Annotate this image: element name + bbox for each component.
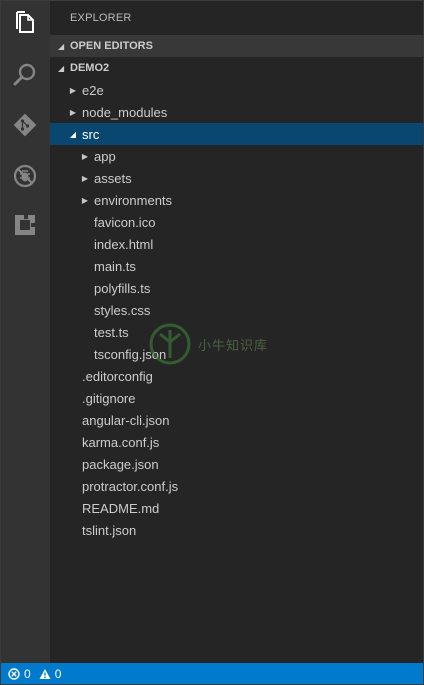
tree-item-label: protractor.conf.js [82,478,179,494]
tree-item-label: index.html [94,236,154,252]
expanded-triangle-icon[interactable]: ◢ [66,130,80,139]
tree-item-label: environments [94,192,173,208]
tree-file-row[interactable]: angular-cli.json [50,409,424,431]
tree-file-row[interactable]: main.ts [50,255,424,277]
tree-item-label: tsconfig.json [94,346,167,362]
debug-icon[interactable] [12,163,38,189]
sidebar-title: EXPLORER [70,12,132,24]
error-icon [8,668,20,680]
tree-item-label: styles.css [94,302,151,318]
tree-file-row[interactable]: polyfills.ts [50,277,424,299]
tree-item-label: main.ts [94,258,136,274]
collapsed-triangle-icon[interactable]: ▶ [78,174,92,183]
tree-file-row[interactable]: styles.css [50,299,424,321]
collapsed-triangle-icon[interactable]: ▶ [78,196,92,205]
project-section-header[interactable]: ◢ DEMO2 [50,57,424,79]
tree-folder-row[interactable]: ▶ e2e [50,79,424,101]
tree-file-row[interactable]: tslint.json [50,519,424,541]
tree-item-label: .gitignore [82,390,136,406]
explorer-sidebar: EXPLORER ◢ OPEN EDITORS ◢ DEMO2 ▶ e2e ▶ nod… [50,0,424,663]
problems-indicator[interactable]: 0 0 [8,667,61,681]
tree-item-label: test.ts [94,324,129,340]
open-editors-label: OPEN EDITORS [70,40,153,52]
tree-item-label: package.json [82,456,159,472]
tree-folder-row[interactable]: ▶ node_modules [50,101,424,123]
tree-folder-row[interactable]: ▶ assets [50,167,424,189]
files-icon[interactable] [12,10,38,36]
tree-item-label: README.md [82,500,160,516]
collapsed-triangle-icon[interactable]: ▶ [66,86,80,95]
collapsed-triangle-icon[interactable]: ▶ [66,108,80,117]
project-label: DEMO2 [70,62,110,74]
tree-file-row[interactable]: protractor.conf.js [50,475,424,497]
search-icon[interactable] [12,61,38,87]
tree-item-label: karma.conf.js [82,434,160,450]
tree-item-label: src [82,126,100,142]
tree-file-row[interactable]: .gitignore [50,387,424,409]
warning-icon [39,668,51,680]
tree-file-row[interactable]: test.ts [50,321,424,343]
git-icon[interactable] [12,112,38,138]
warning-count: 0 [54,667,62,681]
tree-file-row[interactable]: tsconfig.json [50,343,424,365]
tree-item-label: assets [94,170,132,186]
tree-item-label: app [94,148,116,164]
expanded-triangle-icon: ◢ [58,41,65,51]
tree-item-label: favicon.ico [94,214,156,230]
error-count: 0 [24,667,31,681]
file-tree: ▶ e2e ▶ node_modules ◢ src ▶ app ▶ assets ▶ environ… [50,79,424,541]
tree-item-label: polyfills.ts [94,280,151,296]
status-bar: 0 0 [0,663,424,685]
tree-file-row[interactable]: package.json [50,453,424,475]
tree-item-label: angular-cli.json [82,412,170,428]
tree-item-label: e2e [82,82,104,98]
tree-file-row[interactable]: .editorconfig [50,365,424,387]
tree-item-label: .editorconfig [82,368,153,384]
collapsed-triangle-icon[interactable]: ▶ [78,152,92,161]
tree-item-label: tslint.json [82,522,137,538]
tree-file-row[interactable]: karma.conf.js [50,431,424,453]
tree-folder-row[interactable]: ◢ src [50,123,424,145]
tree-file-row[interactable]: index.html [50,233,424,255]
open-editors-section-header[interactable]: ◢ OPEN EDITORS [50,35,424,57]
tree-folder-row[interactable]: ▶ environments [50,189,424,211]
tree-folder-row[interactable]: ▶ app [50,145,424,167]
tree-item-label: node_modules [82,104,168,120]
activity-bar [0,0,50,663]
tree-file-row[interactable]: README.md [50,497,424,519]
expanded-triangle-icon: ◢ [58,63,65,73]
tree-file-row[interactable]: favicon.ico [50,211,424,233]
extensions-icon[interactable] [12,212,38,238]
